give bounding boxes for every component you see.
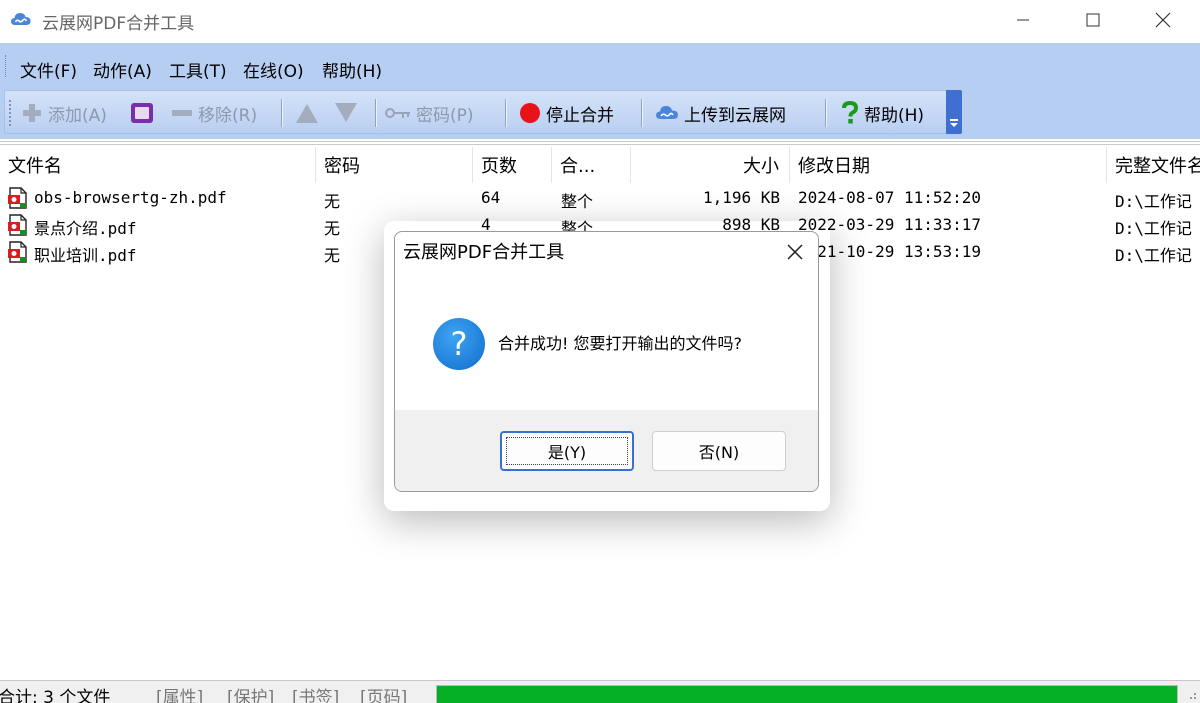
close-icon [787,244,803,260]
plus-icon [23,104,41,122]
select-button[interactable] [129,99,155,127]
status-bookmark[interactable]: [书签] [292,683,339,703]
no-label: 否(N) [698,443,740,462]
column-header-size[interactable]: 大小 [631,147,790,183]
close-icon [1155,12,1171,28]
status-properties[interactable]: [属性] [156,683,203,703]
help-label: 帮助(H) [864,105,925,126]
password-label: 密码(P) [416,105,474,126]
stop-merge-label: 停止合并 [546,105,614,126]
menu-action[interactable]: 动作(A) [93,57,152,82]
help-question-icon [842,101,859,124]
confirm-dialog: 云展网PDF合并工具 ? 合并成功! 您要打开输出的文件吗? 是(Y) 否(N) [394,231,819,492]
window-title: 云展网PDF合并工具 [42,14,195,34]
cell-fullpath: D:\工作记 [1115,246,1192,265]
column-header-pages[interactable]: 页数 [473,147,552,183]
toolbar-overflow-button[interactable] [946,90,962,134]
password-button[interactable]: 密码(P) [385,99,474,127]
no-button[interactable]: 否(N) [652,431,786,471]
minus-icon [172,110,192,116]
stop-icon [520,103,540,123]
stop-merge-button[interactable]: 停止合并 [519,99,614,127]
square-icon [131,103,153,123]
cell-password: 无 [324,246,341,265]
menu-help[interactable]: 帮助(H) [322,57,382,82]
dialog-button-area: 是(Y) 否(N) [395,410,818,491]
pdf-file-icon [8,214,27,236]
add-label: 添加(A) [48,105,107,126]
toolbar-separator [505,99,507,127]
menu-online[interactable]: 在线(O) [243,57,304,82]
dialog-close-button[interactable] [781,238,809,266]
cell-size: 1,196 KB [702,188,780,207]
focus-rectangle [506,437,628,465]
toolstrip: 文件(F) 动作(A) 工具(T) 在线(O) 帮助(H) 添加(A) 移除(R… [0,43,1200,139]
cell-fullpath: D:\工作记 [1115,192,1192,211]
toolbar-separator [641,99,643,127]
status-page-number[interactable]: [页码] [360,683,407,703]
status-total: 合计: 3 个文件 [0,688,111,703]
add-button[interactable]: 添加(A) [21,99,107,127]
pdf-file-icon [8,241,27,263]
toolbar-grip[interactable] [9,100,12,126]
pdf-file-icon [8,187,27,209]
toolbar: 添加(A) 移除(R) 密码(P) 停止合并 上传到云展网 帮助(H) [4,90,962,134]
menu-tools[interactable]: 工具(T) [169,57,227,82]
dialog-title: 云展网PDF合并工具 [403,242,565,263]
yes-button[interactable]: 是(Y) [500,431,634,471]
toolbar-separator [281,99,283,127]
cell-password: 无 [324,192,341,211]
move-up-button[interactable] [295,99,319,127]
minimize-button[interactable] [988,0,1058,40]
help-button[interactable]: 帮助(H) [841,99,924,127]
resize-grip-icon [1190,693,1196,699]
cell-fullpath: D:\工作记 [1115,219,1192,238]
toolbar-separator [375,99,377,127]
chevron-down-icon [950,119,958,127]
close-button[interactable] [1128,0,1198,40]
maximize-button[interactable] [1058,0,1128,40]
menu-grip[interactable] [5,55,8,77]
progress-bar [436,685,1178,703]
column-header-merge[interactable]: 合... [552,147,631,183]
cell-filename: 职业培训.pdf [34,246,137,265]
menu-bar: 文件(F) 动作(A) 工具(T) 在线(O) 帮助(H) [0,43,1200,89]
cell-filename: obs-browsertg-zh.pdf [34,188,227,207]
remove-button[interactable]: 移除(R) [171,99,257,127]
column-header-password[interactable]: 密码 [316,147,473,183]
cell-merge: 整个 [561,192,594,211]
triangle-down-icon [335,103,357,122]
upload-button[interactable]: 上传到云展网 [655,99,786,127]
cell-pages: 64 [481,188,501,207]
menu-file[interactable]: 文件(F) [20,57,77,82]
cloud-upload-icon [656,106,678,119]
minimize-icon [1017,19,1029,21]
column-header-date[interactable]: 修改日期 [790,147,1107,183]
key-icon [385,108,410,118]
table-row[interactable]: obs-browsertg-zh.pdf 无 64 整个 1,196 KB 20… [0,185,1200,212]
question-icon: ? [433,318,485,370]
column-header-filename[interactable]: 文件名 [0,147,316,183]
cell-filename: 景点介绍.pdf [34,219,137,238]
move-down-button[interactable] [334,99,358,127]
column-header-fullpath[interactable]: 完整文件名 [1107,147,1200,183]
cell-password: 无 [324,219,341,238]
title-bar: 云展网PDF合并工具 [0,0,1200,40]
status-bar: 合计: 3 个文件 [属性] [保护] [书签] [页码] [0,680,1200,703]
status-protect[interactable]: [保护] [227,683,274,703]
maximize-icon [1086,13,1100,27]
upload-label: 上传到云展网 [684,105,786,126]
cell-date: 2024-08-07 11:52:20 [798,188,982,207]
triangle-up-icon [296,104,318,123]
cloud-logo-icon [11,13,31,25]
toolbar-separator [825,99,827,127]
dialog-message: 合并成功! 您要打开输出的文件吗? [498,334,742,353]
remove-label: 移除(R) [198,105,258,126]
splitter [0,141,1200,145]
file-list-header: 文件名 密码 页数 合... 大小 修改日期 完整文件名 [0,147,1200,183]
